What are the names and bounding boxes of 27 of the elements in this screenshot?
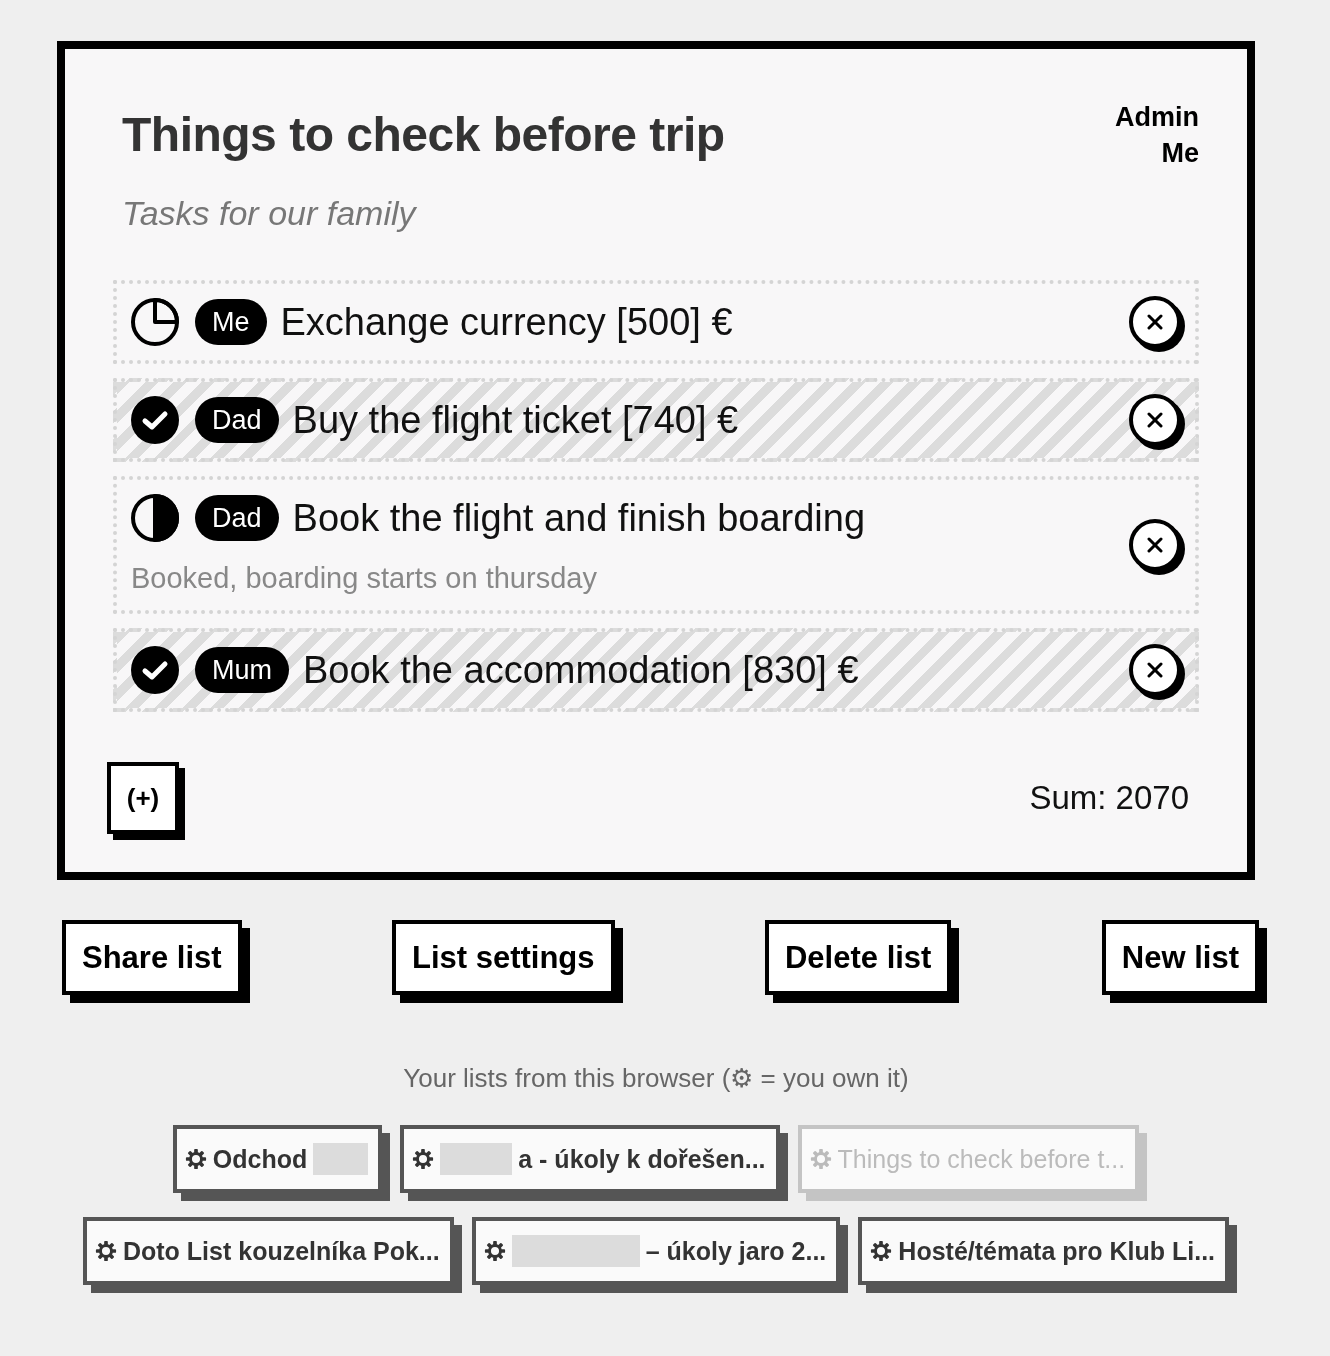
task-title: Book the flight and finish boarding <box>292 496 866 541</box>
list-subtitle: Tasks for our family <box>122 193 418 234</box>
saved-lists-caption: Your lists from this browser (⚙ = you own it) <box>402 1062 910 1095</box>
assignee-badge: Mum <box>195 647 289 693</box>
admin-label: Admin <box>1115 101 1199 134</box>
remove-task-button[interactable] <box>1129 296 1181 348</box>
assignee-badge: Dad <box>195 397 279 443</box>
task-title: Buy the flight ticket [740] € <box>292 398 739 443</box>
assignee-badge: Dad <box>195 495 279 541</box>
remove-task-button[interactable] <box>1129 394 1181 446</box>
assignee-badge: Me <box>195 299 267 345</box>
list-title: Things to check before trip <box>122 107 725 163</box>
task-note: Booked, boarding starts on thursday <box>131 561 598 596</box>
close-icon <box>1147 537 1163 553</box>
sum-text: Sum: 2070 <box>1029 779 1189 817</box>
check-circle-icon[interactable] <box>131 396 179 444</box>
remove-task-button[interactable] <box>1129 519 1181 571</box>
task-title: Book the accommodation [830] € <box>303 648 859 693</box>
close-icon <box>1147 662 1163 678</box>
remove-task-button[interactable] <box>1129 644 1181 696</box>
pie-progress-icon[interactable] <box>131 494 179 542</box>
close-icon <box>1147 412 1163 428</box>
admin-name: Me <box>1160 137 1199 170</box>
close-icon <box>1147 314 1163 330</box>
check-circle-icon[interactable] <box>131 646 179 694</box>
task-title: Exchange currency [500] € <box>280 300 733 345</box>
pie-progress-icon[interactable] <box>131 298 179 346</box>
